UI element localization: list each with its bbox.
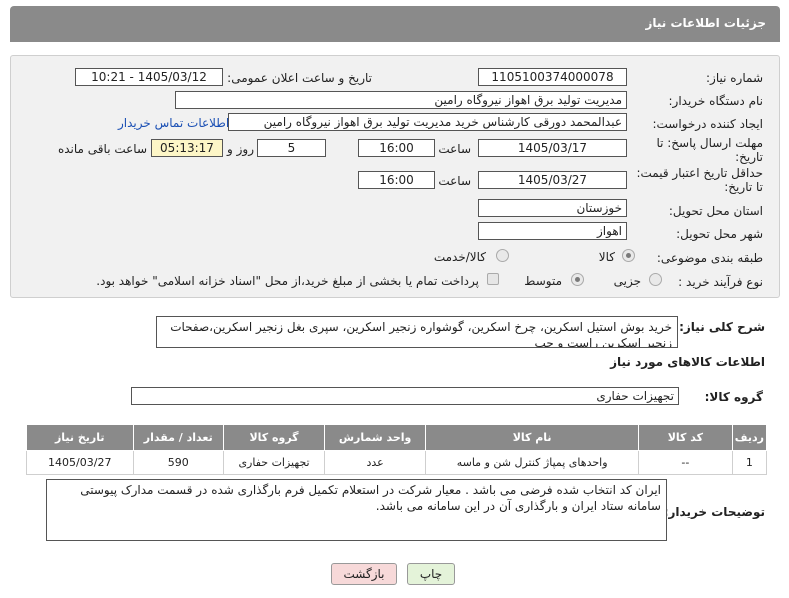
creator-field: عبدالمحمد دورقی کارشناس خرید مدیریت تولی…	[228, 113, 627, 131]
treasury-payment-checkbox[interactable]	[487, 273, 499, 285]
category-label: طبقه بندی موضوعی:	[656, 251, 763, 265]
col-name: نام کالا	[425, 424, 640, 451]
col-need-date: تاریخ نیاز	[26, 424, 134, 451]
category-goods-radio[interactable]	[622, 249, 635, 262]
col-quantity: تعداد / مقدار	[132, 424, 224, 451]
cell-unit: عدد	[324, 450, 427, 475]
category-goods-service-label: کالا/خدمت	[433, 250, 486, 264]
process-minor-radio[interactable]	[649, 273, 662, 286]
reply-time-field: 16:00	[358, 139, 435, 157]
cell-code: --	[638, 450, 733, 475]
days-field: 5	[257, 139, 326, 157]
cell-need-date: 1405/03/27	[26, 450, 134, 475]
col-unit: واحد شمارش	[324, 424, 427, 451]
cell-name: واحدهای پمپاژ کنترل شن و ماسه	[425, 450, 640, 475]
page-header: جزئیات اطلاعات نیاز	[10, 6, 780, 42]
price-date-field: 1405/03/27	[478, 171, 627, 189]
reply-time-label: ساعت	[438, 142, 471, 156]
goods-group-field: تجهیزات حفاری	[131, 387, 679, 405]
table-row: 1 -- واحدهای پمپاژ کنترل شن و ماسه عدد ت…	[26, 450, 768, 475]
province-field: خوزستان	[478, 199, 627, 217]
price-validity-label: حداقل تاریخ اعتبار قیمت: تا تاریخ:	[636, 166, 763, 194]
buyer-contact-link[interactable]: اطلاعات تماس خریدار	[118, 116, 229, 130]
cell-group: تجهیزات حفاری	[222, 450, 326, 475]
category-goods-label: کالا	[598, 250, 615, 264]
buyer-notes-textarea[interactable]: ایران کد انتخاب شده فرضی می باشد . معیار…	[46, 479, 667, 541]
goods-section-title: اطلاعات کالاهای مورد نیاز	[610, 355, 765, 369]
col-group: گروه کالا	[222, 424, 326, 451]
announce-datetime-field: 1405/03/12 - 10:21	[75, 68, 223, 86]
buyer-org-label: نام دستگاه خریدار:	[668, 94, 764, 108]
remaining-time-label: ساعت باقی مانده	[57, 142, 147, 156]
summary-textarea[interactable]: خرید بوش استیل اسکرین، چرخ اسکرین، گوشوا…	[156, 316, 678, 348]
print-button[interactable]: چاپ	[407, 563, 455, 585]
announce-label: تاریخ و ساعت اعلان عمومی:	[227, 71, 372, 85]
days-label: روز و	[227, 142, 254, 156]
summary-label: شرح کلی نیاز:	[679, 320, 765, 334]
process-minor-label: جزیی	[613, 274, 641, 288]
reply-deadline-label: مهلت ارسال پاسخ: تا تاریخ:	[656, 136, 763, 164]
creator-label: ایجاد کننده درخواست:	[652, 117, 763, 131]
remaining-time-field: 05:13:17	[151, 139, 223, 157]
buyer-org-field: مدیریت تولید برق اهواز نیروگاه رامین	[175, 91, 627, 109]
buyer-notes-label: توضیحات خریدار:	[663, 505, 765, 519]
cell-quantity: 590	[132, 450, 224, 475]
goods-group-label: گروه کالا:	[704, 390, 763, 404]
col-code: کد کالا	[638, 424, 733, 451]
back-button[interactable]: بازگشت	[331, 563, 397, 585]
city-label: شهر محل تحویل:	[676, 227, 763, 241]
price-time-label: ساعت	[438, 174, 471, 188]
col-row: ردیف	[731, 424, 768, 451]
page-title: جزئیات اطلاعات نیاز	[645, 16, 766, 30]
price-time-field: 16:00	[358, 171, 435, 189]
need-number-label: شماره نیاز:	[706, 71, 763, 85]
need-number-field: 1105100374000078	[478, 68, 627, 86]
process-label: نوع فرآیند خرید :	[678, 275, 763, 289]
process-medium-label: متوسط	[524, 274, 562, 288]
city-field: اهواز	[478, 222, 627, 240]
category-goods-service-radio[interactable]	[496, 249, 509, 262]
province-label: استان محل تحویل:	[668, 204, 763, 218]
goods-table-header: ردیف کد کالا نام کالا واحد شمارش گروه کا…	[26, 424, 768, 451]
treasury-payment-note: پرداخت تمام یا بخشی از مبلغ خرید،از محل …	[96, 274, 479, 288]
goods-table: ردیف کد کالا نام کالا واحد شمارش گروه کا…	[26, 424, 768, 475]
process-medium-radio[interactable]	[571, 273, 584, 286]
reply-date-field: 1405/03/17	[478, 139, 627, 157]
cell-row: 1	[731, 450, 768, 475]
